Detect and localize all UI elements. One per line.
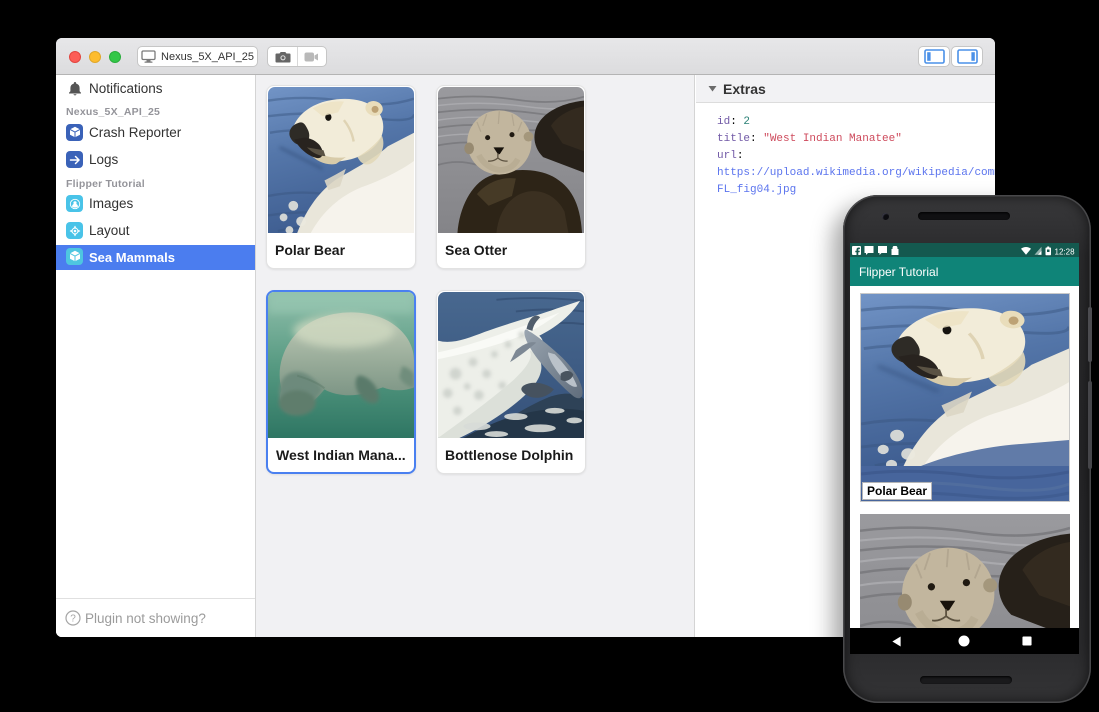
- svg-text:12:28: 12:28: [1055, 247, 1076, 256]
- svg-text:?: ?: [70, 614, 76, 625]
